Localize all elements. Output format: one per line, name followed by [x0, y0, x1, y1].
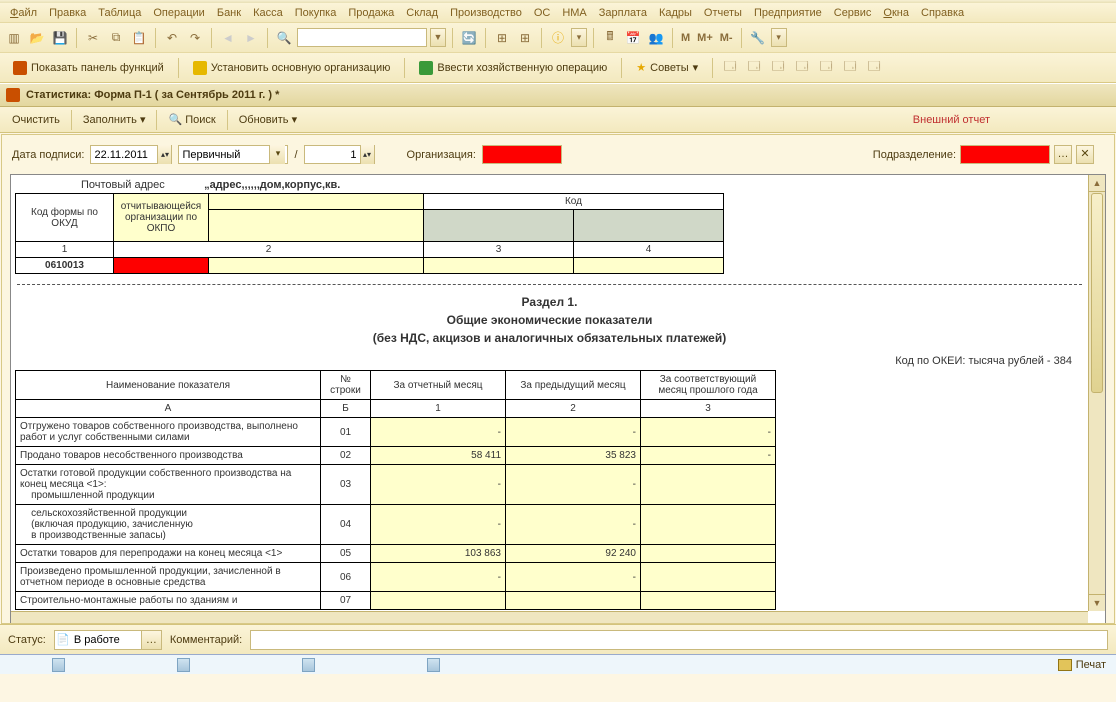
mminus-icon[interactable]: M- — [718, 32, 735, 44]
print-button[interactable]: Печат — [1048, 659, 1116, 671]
t2-d-icon[interactable]: 🗔 — [792, 58, 812, 78]
tab-stub[interactable] — [427, 658, 440, 672]
t2-e-icon[interactable]: 🗔 — [816, 58, 836, 78]
menu-table[interactable]: Таблица — [92, 5, 147, 21]
find-button[interactable]: 🔍 Поиск — [162, 111, 221, 128]
a-icon[interactable]: ⊞ — [492, 28, 512, 48]
table-row: Остатки готовой продукции собственного п… — [16, 465, 776, 505]
external-report-label: Внешний отчет — [913, 114, 1110, 126]
header-table: Код формы по ОКУД отчитывающейся организ… — [15, 193, 724, 274]
fwd-icon[interactable]: ► — [241, 28, 261, 48]
tab-stub[interactable] — [52, 658, 65, 672]
ppl-icon[interactable]: 👥 — [646, 28, 666, 48]
menu-kassa[interactable]: Касса — [247, 5, 289, 21]
zoom-icon[interactable]: 🔍 — [274, 28, 294, 48]
menu-bank[interactable]: Банк — [211, 5, 247, 21]
cut-icon[interactable]: ✂ — [83, 28, 103, 48]
tab-stub[interactable] — [302, 658, 315, 672]
org-label: Организация: — [407, 149, 476, 161]
menu-edit[interactable]: Правка — [43, 5, 92, 21]
menu-ops[interactable]: Операции — [147, 5, 210, 21]
type-select[interactable]: ▾ — [178, 145, 288, 164]
comment-field[interactable] — [250, 630, 1108, 650]
section-header: Раздел 1. Общие экономические показатели… — [11, 293, 1088, 347]
calc-icon[interactable]: 🖩 — [600, 28, 620, 48]
doc-icon — [6, 88, 20, 102]
new-icon[interactable]: ▥ — [4, 28, 24, 48]
menu-proizv[interactable]: Производство — [444, 5, 528, 21]
update-button[interactable]: Обновить ▾ — [233, 111, 303, 128]
table-row: Строительно-монтажные работы по зданиям … — [16, 592, 776, 610]
t2-a-icon[interactable]: 🗔 — [720, 58, 740, 78]
scroll-h[interactable] — [11, 611, 1088, 624]
subdiv-clear[interactable]: ✕ — [1076, 145, 1094, 164]
refresh-icon[interactable]: 🔄 — [459, 28, 479, 48]
menu-nma[interactable]: НМА — [556, 5, 592, 21]
t2-b-icon[interactable]: 🗔 — [744, 58, 764, 78]
menu-predpr[interactable]: Предприятие — [748, 5, 828, 21]
addr-value: „адрес,,,,,,дом,корпус,кв. — [204, 179, 340, 191]
t2-g-icon[interactable]: 🗔 — [864, 58, 884, 78]
tab-stub[interactable] — [177, 658, 190, 672]
table-row: Продано товаров несобственного производс… — [16, 447, 776, 465]
menu-sell[interactable]: Продажа — [342, 5, 400, 21]
addr-label: Почтовый адрес — [81, 179, 201, 191]
okei-label: Код по ОКЕИ: тысяча рублей - 384 — [11, 355, 1072, 367]
date-label: Дата подписи: — [12, 149, 84, 161]
copy-icon[interactable]: ⧉ — [106, 28, 126, 48]
clear-button[interactable]: Очистить — [6, 112, 66, 128]
back-icon[interactable]: ◄ — [218, 28, 238, 48]
tips-button[interactable]: ★Советы▾ — [629, 58, 705, 77]
menu-buy[interactable]: Покупка — [289, 5, 343, 21]
save-icon[interactable]: 💾 — [50, 28, 70, 48]
menu-zp[interactable]: Зарплата — [593, 5, 653, 21]
comment-label: Комментарий: — [170, 634, 242, 646]
show-panel-button[interactable]: Показать панель функций — [6, 58, 171, 78]
main-table: Наименование показателя № строки За отче… — [15, 370, 776, 610]
cal-icon[interactable]: 📅 — [623, 28, 643, 48]
b-icon[interactable]: ⊞ — [515, 28, 535, 48]
search-drop[interactable]: ▼ — [430, 28, 446, 47]
status-field[interactable]: 📄 … — [54, 630, 162, 650]
m-icon[interactable]: M — [679, 32, 692, 44]
table-row: Произведено промышленной продукции, зачи… — [16, 563, 776, 592]
mplus-icon[interactable]: M+ — [695, 32, 715, 44]
undo-icon[interactable]: ↶ — [162, 28, 182, 48]
search-combo[interactable] — [297, 28, 427, 47]
open-icon[interactable]: 📂 — [27, 28, 47, 48]
doc-title: Статистика: Форма П-1 ( за Сентябрь 2011… — [26, 89, 279, 101]
table-row: сельскохозяйственной продукции (включая … — [16, 505, 776, 545]
menu-okna[interactable]: Окна — [877, 5, 915, 21]
subdiv-input[interactable] — [960, 145, 1050, 164]
org-input[interactable] — [482, 145, 562, 164]
enter-op-button[interactable]: Ввести хозяйственную операцию — [412, 58, 614, 78]
t2-f-icon[interactable]: 🗔 — [840, 58, 860, 78]
menu-sklad[interactable]: Склад — [400, 5, 444, 21]
num-label: / — [294, 149, 297, 161]
table-row: Отгружено товаров собственного производс… — [16, 418, 776, 447]
menu-spr[interactable]: Справка — [915, 5, 970, 21]
cfg-icon[interactable]: 🔧 — [748, 28, 768, 48]
menu-otchety[interactable]: Отчеты — [698, 5, 748, 21]
help-icon[interactable]: ⓘ — [548, 28, 568, 48]
scroll-v[interactable]: ▲▼ — [1088, 175, 1105, 611]
subdiv-pick[interactable]: … — [1054, 145, 1072, 164]
num-input[interactable]: ▴▾ — [304, 145, 375, 164]
menu-kadry[interactable]: Кадры — [653, 5, 698, 21]
date-input[interactable]: ▴▾ — [90, 145, 172, 164]
menu-service[interactable]: Сервис — [828, 5, 878, 21]
table-row: Остатки товаров для перепродажи на конец… — [16, 545, 776, 563]
set-org-button[interactable]: Установить основную организацию — [186, 58, 398, 78]
cfg-drop[interactable]: ▾ — [771, 28, 787, 47]
fill-button[interactable]: Заполнить ▾ — [77, 111, 152, 128]
menu-os[interactable]: ОС — [528, 5, 557, 21]
status-label: Статус: — [8, 634, 46, 646]
redo-icon[interactable]: ↷ — [185, 28, 205, 48]
subdiv-label: Подразделение: — [873, 149, 956, 161]
t2-c-icon[interactable]: 🗔 — [768, 58, 788, 78]
menu-file[interactable]: Файл — [4, 5, 43, 21]
paste-icon[interactable]: 📋 — [129, 28, 149, 48]
help-drop[interactable]: ▾ — [571, 28, 587, 47]
